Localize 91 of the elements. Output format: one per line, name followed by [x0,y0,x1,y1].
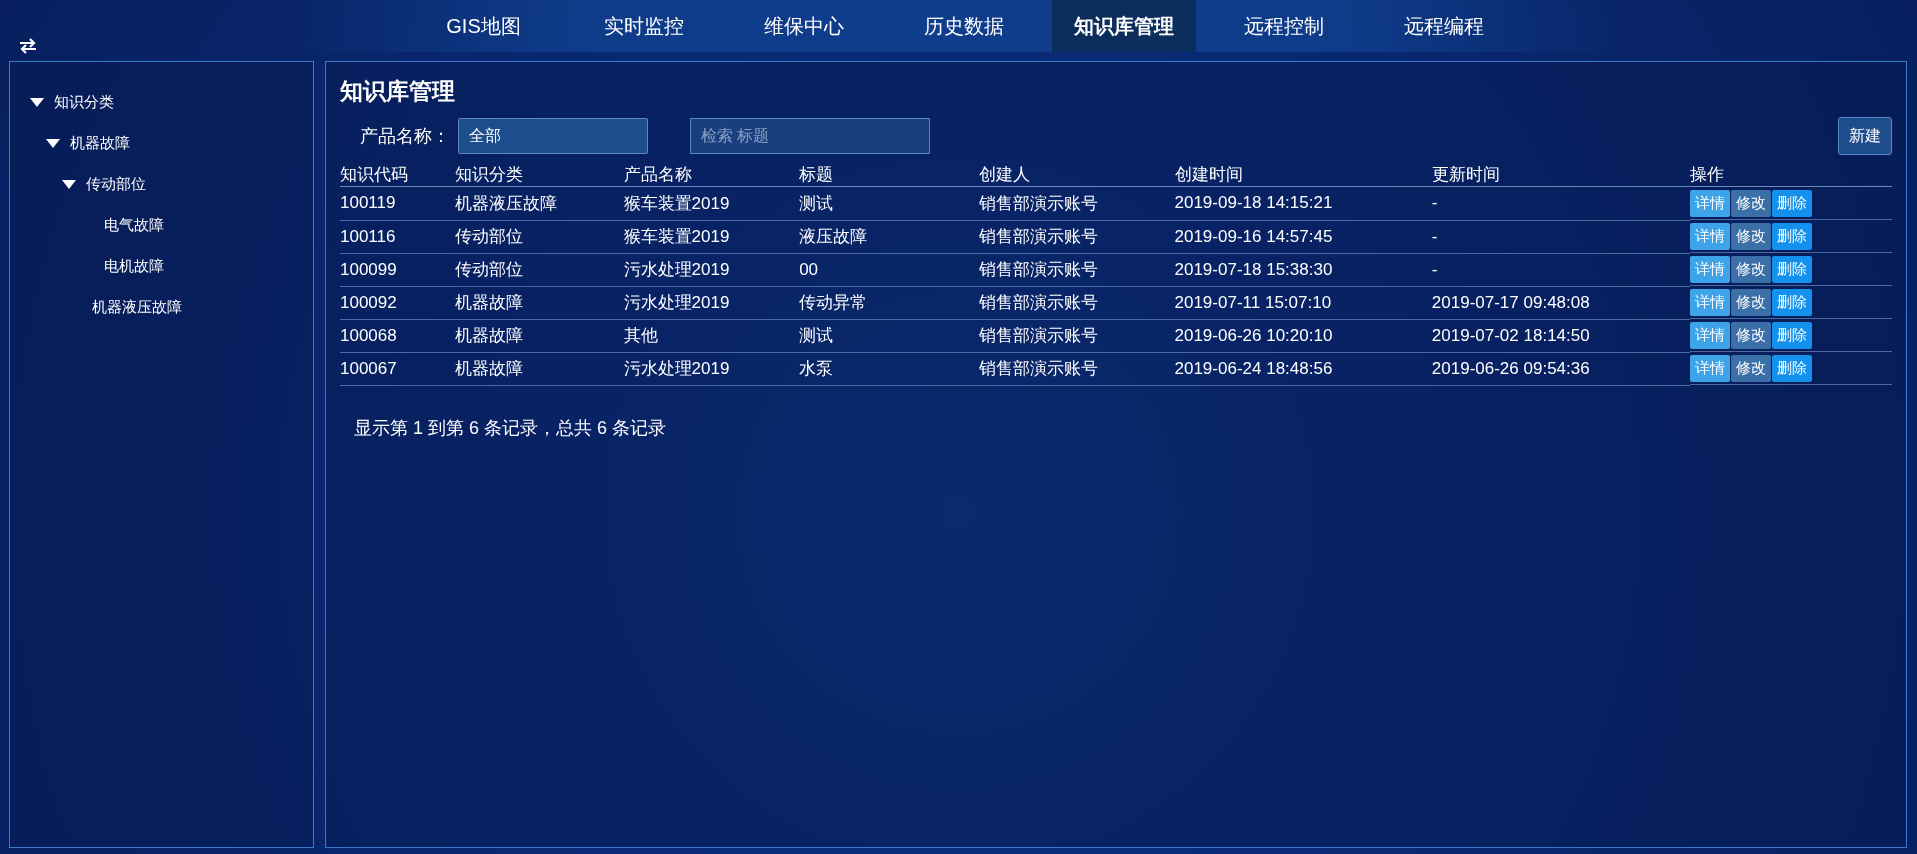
edit-button[interactable]: 修改 [1731,288,1772,316]
swap-icon[interactable] [18,38,38,54]
table-cell: 猴车装置2019 [623,227,730,246]
table-cell: 销售部演示账号 [978,227,1098,246]
delete-button[interactable]: 删除 [1772,354,1813,382]
table-cell: 机器故障 [455,326,524,345]
table-cell: 100116 [340,226,396,246]
detail-button[interactable]: 详情 [1690,354,1731,382]
table-cell: 100068 [340,325,397,345]
nav-tab[interactable]: 维保中心 [723,0,884,52]
table-cell: 2019-07-18 15:38:30 [1174,259,1333,279]
detail-button[interactable]: 详情 [1690,189,1731,217]
table-cell: 销售部演示账号 [978,293,1098,312]
edit-button[interactable]: 修改 [1731,255,1772,283]
edit-button[interactable]: 修改 [1731,189,1772,217]
tree-item[interactable]: 传动部位 [86,175,146,194]
table-cell: 液压故障 [799,227,868,246]
table-cell: 传动异常 [799,293,868,312]
nav-tab[interactable]: 远程编程 [1363,0,1524,52]
table-cell: - [1431,259,1438,279]
table-cell: 2019-09-16 14:57:45 [1174,226,1333,246]
filter-label: 产品名称： [360,125,450,148]
tree-item[interactable]: 电机故障 [104,257,164,276]
page-title: 知识库管理 [340,77,456,106]
table-cell: - [1431,193,1438,213]
table-cell: 100067 [340,358,397,378]
nav-tab[interactable]: 实时监控 [563,0,724,52]
column-header: 知识分类 [455,165,524,184]
column-header: 产品名称 [623,165,692,184]
edit-button[interactable]: 修改 [1731,321,1772,349]
detail-button[interactable]: 详情 [1690,288,1731,316]
table-cell: 100092 [340,292,397,312]
search-field[interactable]: 检索 标题 [690,118,930,154]
table-cell: 传动部位 [455,227,524,246]
edit-button[interactable]: 修改 [1731,354,1772,382]
tree-item[interactable]: 电气故障 [104,216,164,235]
nav-tab[interactable]: 历史数据 [883,0,1044,52]
column-header: 创建人 [978,165,1030,184]
delete-button[interactable]: 删除 [1772,321,1813,349]
column-header: 更新时间 [1431,165,1500,184]
column-header: 知识代码 [340,165,408,184]
pagination-info: 显示第 1 到第 6 条记录，总共 6 条记录 [354,416,668,440]
table-cell: 污水处理2019 [623,359,730,378]
table-cell: 销售部演示账号 [978,326,1098,345]
detail-button[interactable]: 详情 [1690,255,1731,283]
table-cell: 销售部演示账号 [978,193,1098,213]
table-cell: 污水处理2019 [623,260,730,279]
table-cell: 销售部演示账号 [978,260,1098,279]
table-cell: 机器故障 [455,359,524,378]
table-cell: 2019-09-18 14:15:21 [1174,193,1333,213]
table-cell: 机器故障 [455,293,524,312]
table-cell: 00 [799,259,819,279]
table-cell: 测试 [799,326,834,345]
table-cell: 2019-06-24 18:48:56 [1174,358,1333,378]
nav-tab[interactable]: GIS地图 [403,0,564,52]
caret-icon[interactable] [30,97,44,108]
edit-button[interactable]: 修改 [1731,222,1772,250]
table-cell: 2019-07-17 09:48:08 [1431,292,1590,312]
table-cell: 2019-06-26 10:20:10 [1174,325,1333,345]
table-cell: 污水处理2019 [623,293,730,312]
delete-button[interactable]: 删除 [1772,288,1813,316]
table-cell: 100099 [340,259,397,279]
tree-item[interactable]: 机器故障 [70,134,130,153]
table-cell: 100119 [340,193,396,213]
tree-item[interactable]: 机器液压故障 [92,298,182,317]
delete-button[interactable]: 删除 [1772,222,1813,250]
column-header: 操作 [1690,165,1725,184]
table-cell: 销售部演示账号 [978,359,1098,378]
delete-button[interactable]: 删除 [1772,255,1813,283]
table-cell: - [1431,226,1438,246]
table-cell: 水泵 [799,359,834,378]
delete-button[interactable]: 删除 [1772,189,1813,217]
table-cell: 其他 [623,326,658,345]
nav-tab[interactable]: 知识库管理 [1051,0,1196,52]
caret-icon[interactable] [62,179,76,190]
table-cell: 2019-06-26 09:54:36 [1431,358,1590,378]
table-cell: 2019-07-02 18:14:50 [1431,325,1590,345]
table-cell: 机器液压故障 [455,193,558,213]
nav-tab[interactable]: 远程控制 [1203,0,1364,52]
product-select[interactable]: 全部 [458,118,648,154]
table-cell: 2019-07-11 15:07:10 [1174,292,1332,312]
tree-item[interactable]: 知识分类 [54,93,114,112]
table-cell: 测试 [799,193,834,213]
table-cell: 传动部位 [455,260,524,279]
column-header: 创建时间 [1174,165,1243,184]
detail-button[interactable]: 详情 [1690,321,1731,349]
table-cell: 猴车装置2019 [623,193,730,213]
detail-button[interactable]: 详情 [1690,222,1731,250]
caret-icon[interactable] [46,138,60,149]
new-button[interactable]: 新建 [1838,117,1892,155]
column-header: 标题 [799,165,834,184]
